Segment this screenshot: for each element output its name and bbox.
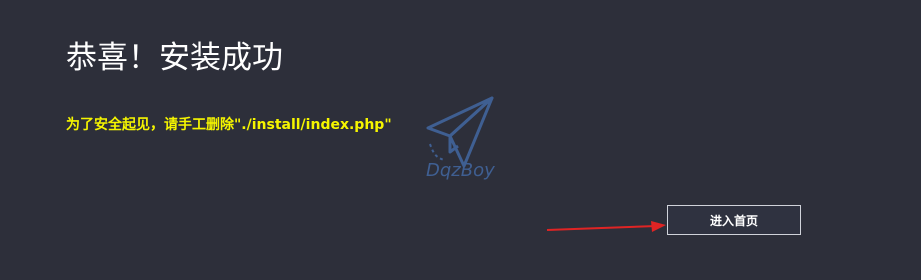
red-arrow-icon (546, 221, 666, 232)
watermark-text: DqzBoy (426, 160, 495, 181)
page-title: 恭喜！安装成功 (66, 40, 283, 76)
watermark: DqzBoy (420, 94, 504, 190)
security-notice: 为了安全起见，请手工删除"./install/index.php" (66, 117, 392, 133)
enter-home-button[interactable]: 进入首页 (667, 205, 801, 235)
paper-plane-icon: DqzBoy (426, 96, 495, 181)
